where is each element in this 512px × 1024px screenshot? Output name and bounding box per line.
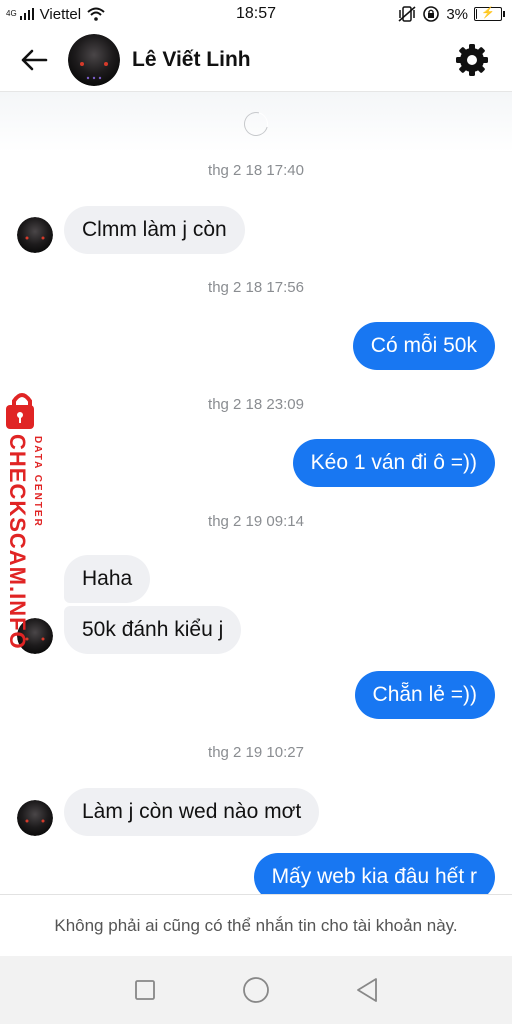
message-bubble-outgoing[interactable]: Có mỗi 50k (352, 322, 495, 370)
timestamp: thg 2 18 23:09 (208, 396, 304, 413)
settings-button[interactable] (444, 32, 500, 88)
network-type: 4G (6, 9, 17, 18)
arrow-left-icon (21, 49, 48, 70)
gear-icon (456, 43, 488, 76)
message-list[interactable]: thg 2 18 17:40 Clmm làm j còn thg 2 18 1… (0, 92, 512, 894)
recent-apps-icon (135, 980, 156, 1000)
back-button[interactable] (6, 32, 62, 88)
rotation-lock-icon (423, 6, 440, 22)
timestamp: thg 2 18 17:56 (208, 279, 304, 296)
messaging-restricted-notice: Không phải ai cũng có thể nhắn tin cho t… (0, 894, 512, 956)
vibrate-icon (398, 6, 416, 22)
contact-name[interactable]: Lê Viết Linh (132, 48, 444, 72)
wifi-icon (87, 7, 105, 21)
message-bubble-outgoing[interactable]: Kéo 1 ván đi ô =)) (292, 439, 495, 487)
status-bar: 4G Viettel 18:57 3% ⚡ (0, 0, 512, 28)
recent-apps-button[interactable] (123, 968, 167, 1012)
home-icon (243, 977, 269, 1003)
contact-avatar[interactable] (68, 33, 120, 86)
battery-charging-icon: ⚡ (474, 7, 505, 21)
watermark-site: CHECKSCAM.INFO (5, 434, 30, 650)
message-bubble-incoming[interactable]: 50k đánh kiểu j (64, 606, 242, 654)
home-button[interactable] (234, 968, 278, 1012)
message-bubble-outgoing[interactable]: Chẵn lẻ =)) (354, 671, 495, 719)
timestamp: thg 2 19 09:14 (208, 513, 304, 530)
sender-avatar[interactable] (17, 217, 53, 253)
system-nav-bar (0, 956, 512, 1024)
sender-avatar[interactable] (17, 800, 53, 836)
signal-icon (19, 8, 34, 20)
message-bubble-incoming[interactable]: Clmm làm j còn (64, 206, 245, 254)
message-bubble-outgoing[interactable]: Mấy web kia đâu hết r (253, 853, 495, 894)
message-bubble-incoming[interactable]: Haha (64, 555, 151, 603)
back-nav-button[interactable] (345, 968, 389, 1012)
timestamp: thg 2 18 17:40 (208, 162, 304, 179)
carrier-name: Viettel (39, 5, 82, 23)
watermark-label: DATA CENTER (32, 436, 43, 528)
timestamp: thg 2 19 10:27 (208, 744, 304, 761)
chat-header: Lê Viết Linh (0, 28, 512, 92)
lock-icon (6, 393, 34, 429)
message-bubble-incoming[interactable]: Làm j còn wed nào mơt (64, 788, 320, 836)
back-triangle-icon (356, 978, 377, 1002)
battery-percent: 3% (446, 5, 468, 23)
